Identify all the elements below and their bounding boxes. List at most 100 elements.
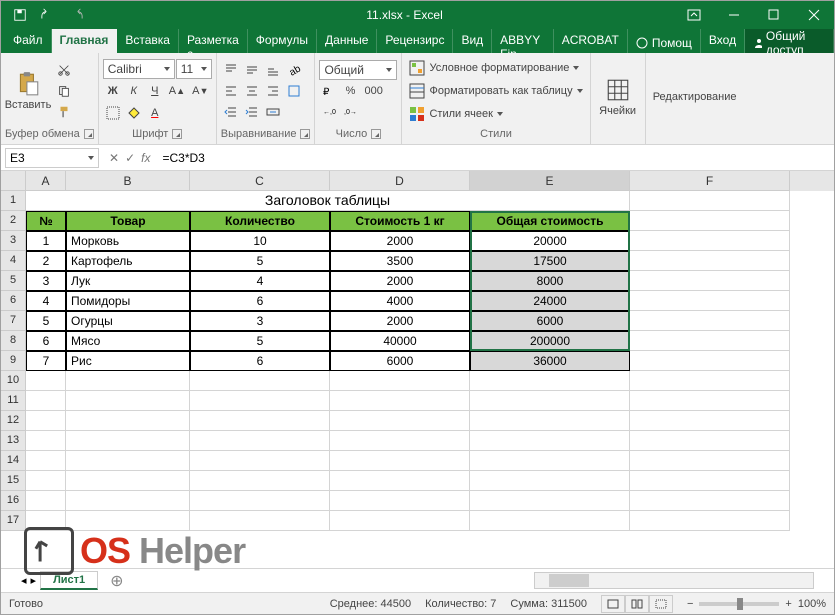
align-top-icon[interactable] xyxy=(221,60,241,80)
ribbon-display-icon[interactable] xyxy=(674,1,714,29)
table-header[interactable]: № xyxy=(26,211,66,231)
font-color-button[interactable]: A xyxy=(145,103,165,123)
currency-button[interactable]: ₽ xyxy=(319,81,339,101)
redo-button[interactable] xyxy=(63,2,89,28)
format-painter-button[interactable] xyxy=(54,102,74,122)
col-header[interactable]: A xyxy=(26,171,66,191)
align-left-icon[interactable] xyxy=(221,81,241,101)
orientation-button[interactable]: ab xyxy=(284,60,304,80)
tab-data[interactable]: Данные xyxy=(317,29,377,53)
borders-button[interactable] xyxy=(103,103,123,123)
cell[interactable] xyxy=(630,311,790,331)
new-sheet-button[interactable]: ⊕ xyxy=(102,571,131,591)
maximize-button[interactable] xyxy=(754,1,794,29)
cell[interactable]: Огурцы xyxy=(66,311,190,331)
col-header[interactable]: C xyxy=(190,171,330,191)
cell-styles-button[interactable]: Стили ячеек xyxy=(406,103,585,125)
row-header[interactable]: 13 xyxy=(1,431,26,451)
tab-acrobat[interactable]: ACROBAT xyxy=(554,29,628,53)
align-bottom-icon[interactable] xyxy=(263,60,283,80)
login[interactable]: Вход xyxy=(701,29,745,53)
table-header[interactable]: Стоимость 1 кг xyxy=(330,211,470,231)
expand-icon[interactable] xyxy=(300,129,310,139)
row-header[interactable]: 2 xyxy=(1,211,26,231)
tab-home[interactable]: Главная xyxy=(52,29,118,53)
col-header[interactable]: B xyxy=(66,171,190,191)
cell[interactable]: 40000 xyxy=(330,331,470,351)
cell[interactable] xyxy=(630,291,790,311)
cell[interactable]: 8000 xyxy=(470,271,630,291)
tab-formulas[interactable]: Формулы xyxy=(248,29,317,53)
percent-button[interactable]: % xyxy=(340,81,360,101)
editing-button[interactable]: Редактирование xyxy=(650,55,740,138)
row-header[interactable]: 4 xyxy=(1,251,26,271)
minimize-button[interactable] xyxy=(714,1,754,29)
cell[interactable]: Картофель xyxy=(66,251,190,271)
cell[interactable]: 6000 xyxy=(330,351,470,371)
conditional-formatting-button[interactable]: Условное форматирование xyxy=(406,57,585,79)
cell[interactable]: 4 xyxy=(26,291,66,311)
cell[interactable]: 2000 xyxy=(330,311,470,331)
row-header[interactable]: 7 xyxy=(1,311,26,331)
cell[interactable] xyxy=(630,331,790,351)
align-center-icon[interactable] xyxy=(242,81,262,101)
format-as-table-button[interactable]: Форматировать как таблицу xyxy=(406,80,585,102)
sheet-nav-prev-icon[interactable]: ◂ xyxy=(21,574,27,587)
cell[interactable]: 2000 xyxy=(330,231,470,251)
bold-button[interactable]: Ж xyxy=(103,81,123,101)
cell[interactable]: 4 xyxy=(190,271,330,291)
horizontal-scrollbar[interactable] xyxy=(534,572,814,589)
undo-button[interactable] xyxy=(35,2,61,28)
fill-color-button[interactable] xyxy=(124,103,144,123)
cell[interactable]: 2000 xyxy=(330,271,470,291)
expand-icon[interactable] xyxy=(172,129,182,139)
share-button[interactable]: Общий доступ xyxy=(745,29,834,53)
expand-icon[interactable] xyxy=(371,129,381,139)
cell[interactable]: Рис xyxy=(66,351,190,371)
cell[interactable]: Лук xyxy=(66,271,190,291)
save-button[interactable] xyxy=(7,2,33,28)
sheet-nav-next-icon[interactable]: ▸ xyxy=(31,574,37,587)
cell[interactable]: 20000 xyxy=(470,231,630,251)
cell[interactable] xyxy=(630,251,790,271)
row-header[interactable]: 14 xyxy=(1,451,26,471)
decrease-indent-button[interactable] xyxy=(221,102,241,122)
row-header[interactable]: 15 xyxy=(1,471,26,491)
number-format-select[interactable]: Общий xyxy=(319,60,397,80)
cell[interactable]: 3500 xyxy=(330,251,470,271)
normal-view-icon[interactable] xyxy=(601,595,625,613)
comma-button[interactable]: 000 xyxy=(361,81,385,101)
cell[interactable]: 6 xyxy=(190,291,330,311)
cancel-formula-icon[interactable]: ✕ xyxy=(109,151,119,165)
cell[interactable]: 36000 xyxy=(470,351,630,371)
font-size-select[interactable]: 11 xyxy=(176,59,212,79)
name-box[interactable]: E3 xyxy=(5,148,99,168)
align-right-icon[interactable] xyxy=(263,81,283,101)
cell[interactable]: 6 xyxy=(190,351,330,371)
cell[interactable]: 5 xyxy=(190,331,330,351)
cell[interactable]: 1 xyxy=(26,231,66,251)
decrease-font-button[interactable]: A▼ xyxy=(189,81,211,101)
increase-decimal-button[interactable]: ←,0 xyxy=(319,102,339,122)
tab-layout[interactable]: Разметка с xyxy=(179,29,248,53)
cell[interactable] xyxy=(630,231,790,251)
enter-formula-icon[interactable]: ✓ xyxy=(125,151,135,165)
wrap-text-button[interactable] xyxy=(284,81,304,101)
row-header[interactable]: 3 xyxy=(1,231,26,251)
zoom-control[interactable]: −+ 100% xyxy=(687,598,826,610)
row-header[interactable]: 10 xyxy=(1,371,26,391)
cut-button[interactable] xyxy=(54,60,74,80)
table-header[interactable]: Товар xyxy=(66,211,190,231)
row-header[interactable]: 5 xyxy=(1,271,26,291)
cell[interactable]: 5 xyxy=(26,311,66,331)
tab-file[interactable]: Файл xyxy=(5,29,52,53)
cell[interactable]: 200000 xyxy=(470,331,630,351)
cell[interactable]: 3 xyxy=(26,271,66,291)
paste-button[interactable]: Вставить xyxy=(5,55,51,126)
row-header[interactable]: 8 xyxy=(1,331,26,351)
cell[interactable]: 24000 xyxy=(470,291,630,311)
italic-button[interactable]: К xyxy=(124,81,144,101)
cell[interactable] xyxy=(630,351,790,371)
align-middle-icon[interactable] xyxy=(242,60,262,80)
table-header[interactable]: Общая стоимость xyxy=(470,211,630,231)
